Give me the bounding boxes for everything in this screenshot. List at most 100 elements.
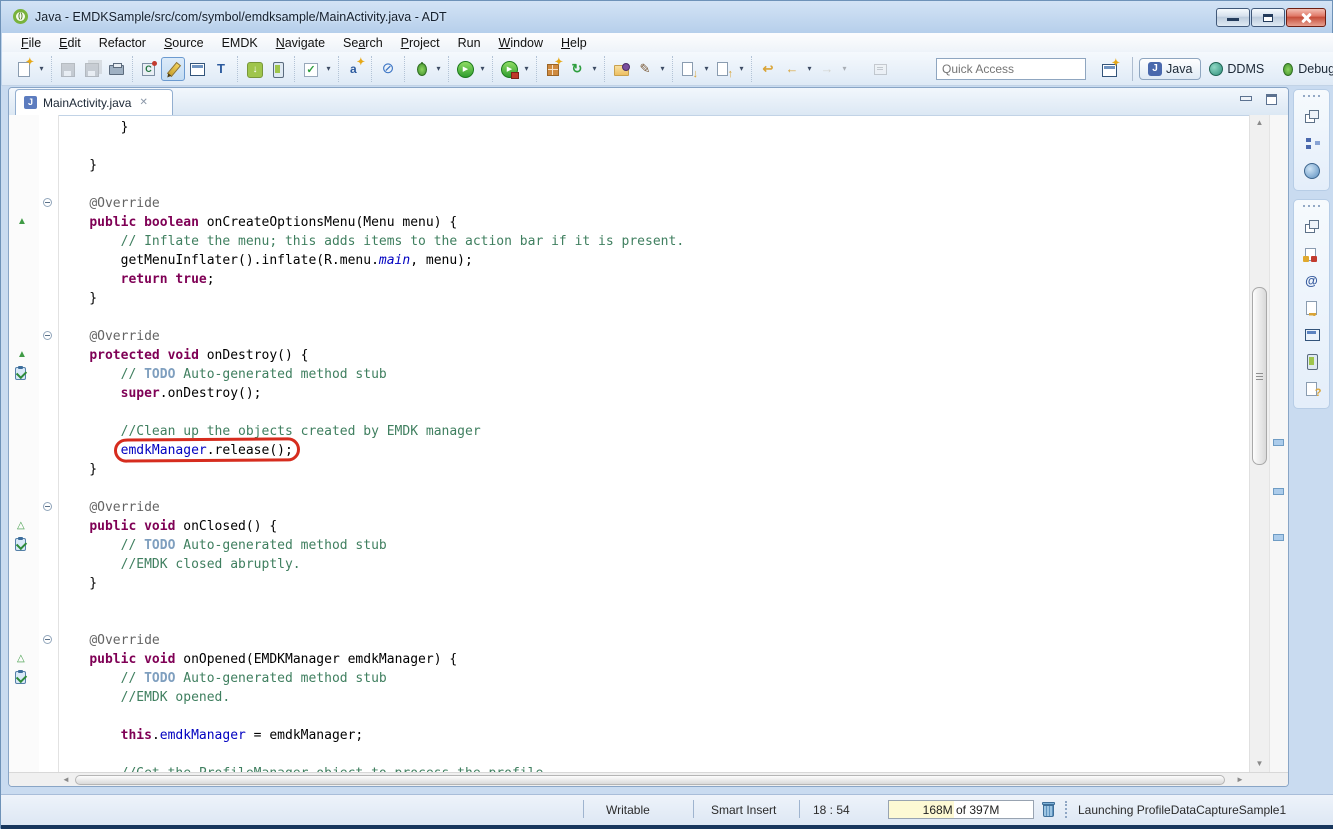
perspective-debug-button[interactable]: Debug	[1272, 59, 1333, 79]
outline-view-button[interactable]	[1294, 130, 1329, 157]
perspective-ddms-button[interactable]: DDMS	[1201, 59, 1272, 79]
scroll-up-arrow[interactable]: ▲	[1250, 115, 1269, 131]
browser-view-button[interactable]	[1294, 157, 1329, 184]
last-edit-location-button[interactable]: ↩	[756, 57, 780, 81]
lint-dropdown[interactable]: ▾	[323, 64, 334, 73]
horizontal-scrollbar[interactable]: ◄ ►	[9, 772, 1288, 787]
save-button[interactable]	[56, 57, 80, 81]
coverage-dropdown[interactable]: ▾	[589, 64, 600, 73]
menu-item-refactor[interactable]: Refactor	[90, 35, 155, 51]
menu-item-project[interactable]: Project	[392, 35, 449, 51]
new-android-project-button[interactable]: a✦	[343, 57, 367, 81]
restore-views-button[interactable]	[1294, 103, 1329, 130]
open-task-button[interactable]	[609, 57, 633, 81]
perspective-java-button[interactable]: J Java	[1139, 58, 1201, 80]
scroll-right-arrow[interactable]: ►	[1232, 773, 1248, 787]
sdk-manager-button[interactable]: ↓	[242, 57, 266, 81]
debug-dropdown[interactable]: ▾	[433, 64, 444, 73]
fold-collapse-icon[interactable]	[43, 502, 52, 511]
debug-button[interactable]	[409, 57, 433, 81]
title-bar[interactable]: () Java - EMDKSample/src/com/symbol/emdk…	[1, 1, 1332, 33]
avd-manager-button[interactable]	[266, 57, 290, 81]
maximize-editor-button[interactable]	[1264, 93, 1280, 107]
coverage-button[interactable]: ↻	[565, 57, 589, 81]
menu-item-emdk[interactable]: EMDK	[213, 35, 267, 51]
next-annotation-button[interactable]: ↓	[677, 57, 701, 81]
print-button[interactable]	[104, 57, 128, 81]
menu-item-file[interactable]: File	[12, 35, 50, 51]
lint-button[interactable]: ✓	[299, 57, 323, 81]
forward-button[interactable]: →	[815, 57, 839, 81]
occurrence-mark[interactable]	[1273, 488, 1284, 495]
vertical-scrollbar[interactable]: ▲ ▼	[1249, 115, 1269, 772]
run-dropdown[interactable]: ▾	[477, 64, 488, 73]
pin-editor-button[interactable]	[868, 57, 892, 81]
problems-view-button[interactable]	[1294, 240, 1329, 267]
code-line	[58, 612, 1249, 631]
new-wizard-button[interactable]: ✦	[12, 57, 36, 81]
vertical-scroll-thumb[interactable]	[1252, 287, 1267, 465]
occurrence-mark[interactable]	[1273, 534, 1284, 541]
format-button[interactable]: ✎	[633, 57, 657, 81]
new-java-project-button[interactable]: ✦	[541, 57, 565, 81]
javadoc-view-button[interactable]: @	[1294, 267, 1329, 294]
menu-item-navigate[interactable]: Navigate	[267, 35, 334, 51]
minimize-editor-button[interactable]	[1238, 93, 1254, 107]
quick-access-input[interactable]	[936, 58, 1086, 80]
fold-collapse-icon[interactable]	[43, 198, 52, 207]
restore-views-button-2[interactable]	[1294, 213, 1329, 240]
menu-item-help[interactable]: Help	[552, 35, 596, 51]
annotation-ruler[interactable]: ▲▲△△	[9, 115, 39, 772]
menu-item-window[interactable]: Window	[490, 35, 552, 51]
external-tools-dropdown[interactable]: ▾	[521, 64, 532, 73]
folding-ruler[interactable]	[39, 115, 59, 772]
run-external-tools-button[interactable]: ▶	[497, 57, 521, 81]
save-all-button[interactable]	[80, 57, 104, 81]
window-close-button[interactable]	[1286, 8, 1326, 27]
scroll-down-arrow[interactable]: ▼	[1250, 756, 1269, 772]
scroll-left-arrow[interactable]: ◄	[58, 773, 74, 787]
status-drag-handle[interactable]	[1065, 801, 1067, 818]
window-maximize-button[interactable]	[1251, 8, 1285, 27]
content-assist-button[interactable]: C	[137, 57, 161, 81]
forward-dropdown[interactable]: ▾	[839, 64, 850, 73]
code-line: }	[58, 574, 1249, 593]
java-editor-button[interactable]	[185, 57, 209, 81]
run-button[interactable]: ▶	[453, 57, 477, 81]
window-minimize-button[interactable]	[1216, 8, 1250, 27]
horizontal-scroll-thumb[interactable]	[75, 775, 1225, 785]
back-button[interactable]: ←	[780, 57, 804, 81]
previous-annotation-button[interactable]: ↑	[712, 57, 736, 81]
menu-item-run[interactable]: Run	[449, 35, 490, 51]
open-perspective-button[interactable]: ✦	[1100, 60, 1120, 78]
new-wizard-dropdown[interactable]: ▾	[36, 64, 47, 73]
menu-item-search[interactable]: Search	[334, 35, 392, 51]
format-dropdown[interactable]: ▾	[657, 64, 668, 73]
drag-handle[interactable]	[1303, 95, 1321, 97]
code-area[interactable]: } } @Override public boolean onCreateOpt…	[58, 115, 1249, 772]
menu-item-edit[interactable]: Edit	[50, 35, 90, 51]
tab-close-icon[interactable]: ✕	[139, 97, 147, 108]
logcat-view-button[interactable]	[1294, 348, 1329, 375]
overview-ruler[interactable]	[1269, 115, 1288, 772]
tasks-view-button[interactable]: ?	[1294, 375, 1329, 402]
fold-collapse-icon[interactable]	[43, 331, 52, 340]
declaration-view-button[interactable]	[1294, 294, 1329, 321]
back-dropdown[interactable]: ▾	[804, 64, 815, 73]
drag-handle[interactable]	[1303, 205, 1321, 207]
menu-item-source[interactable]: Source	[155, 35, 213, 51]
code-line	[58, 593, 1249, 612]
occurrence-mark[interactable]	[1273, 439, 1284, 446]
fold-collapse-icon[interactable]	[43, 635, 52, 644]
previous-annotation-dropdown[interactable]: ▾	[736, 64, 747, 73]
next-annotation-dropdown[interactable]: ▾	[701, 64, 712, 73]
screen-capture-button[interactable]: ⊘	[376, 57, 400, 81]
show-whitespace-button[interactable]: T	[209, 57, 233, 81]
garbage-collect-button[interactable]	[1043, 802, 1055, 817]
heap-status-widget[interactable]: 168M of 397M	[888, 800, 1034, 819]
problems-view-icon	[1303, 245, 1321, 263]
console-view-button[interactable]	[1294, 321, 1329, 348]
code-line: //EMDK opened.	[58, 688, 1249, 707]
mark-occurrences-toggle[interactable]	[161, 57, 185, 81]
editor-tab-mainactivity[interactable]: J MainActivity.java ✕	[15, 89, 173, 115]
